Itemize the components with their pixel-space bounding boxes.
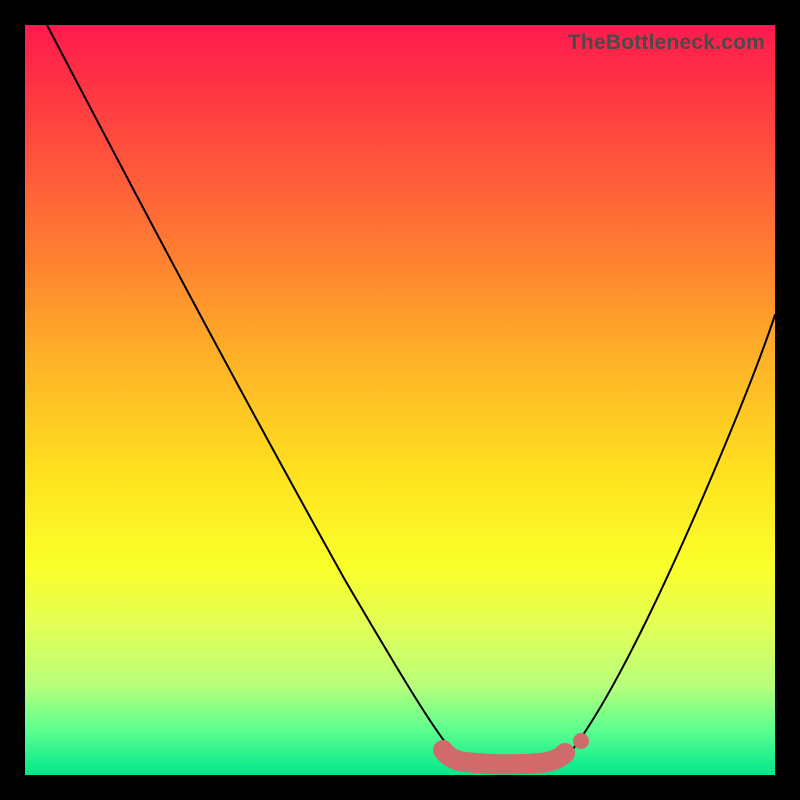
optimal-region-marker: [443, 750, 565, 764]
curve-right-branch: [570, 315, 775, 753]
curve-layer: [25, 25, 775, 775]
curve-left-branch: [47, 25, 455, 755]
optimal-region-marker-tail: [573, 733, 589, 749]
plot-area: TheBottleneck.com: [25, 25, 775, 775]
chart-frame: TheBottleneck.com: [0, 0, 800, 800]
